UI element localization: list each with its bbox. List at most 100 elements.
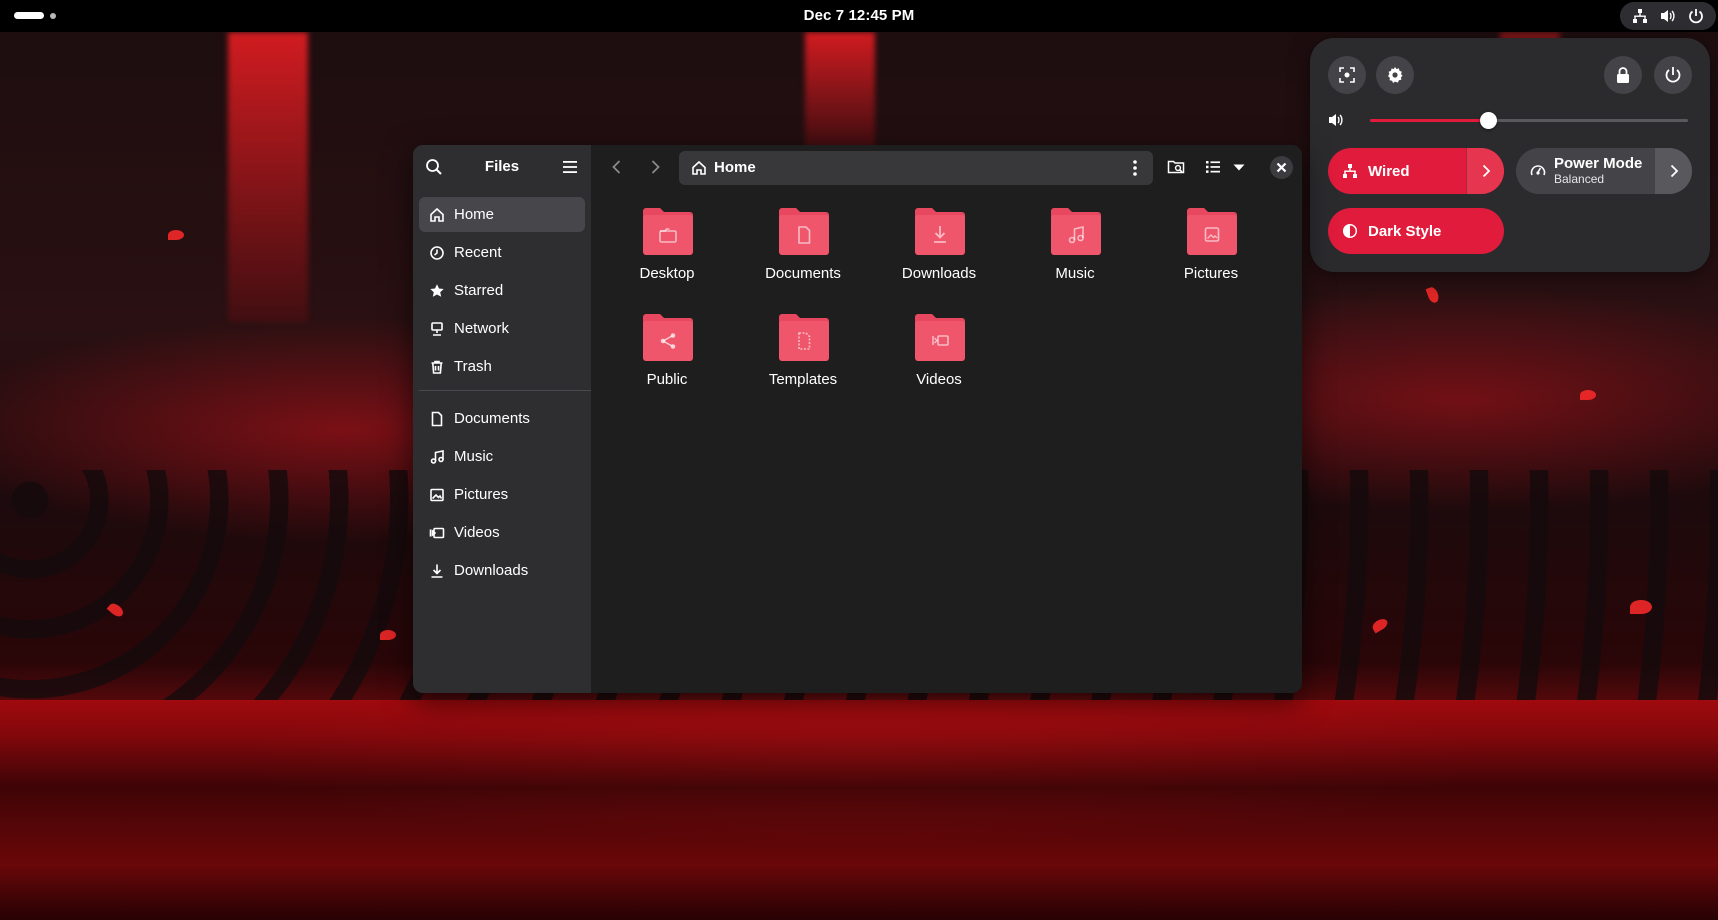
wired-toggle[interactable]: Wired (1328, 148, 1504, 194)
sidebar-item-music[interactable]: Music (419, 439, 585, 474)
folder-label: Public (646, 371, 688, 388)
power-mode-toggle-main[interactable]: Power Mode Balanced (1516, 148, 1654, 194)
power-mode-toggle[interactable]: Power Mode Balanced (1516, 148, 1692, 194)
folder-pictures[interactable]: Pictures (1151, 205, 1271, 301)
sidebar-item-label: Network (454, 320, 510, 337)
sidebar-item-pictures[interactable]: Pictures (419, 477, 585, 512)
wired-toggle-label: Wired (1368, 162, 1410, 180)
system-menu-button[interactable] (1620, 2, 1716, 30)
sidebar-item-home[interactable]: Home (419, 197, 585, 232)
dark-style-toggle[interactable]: Dark Style (1328, 208, 1504, 254)
hamburger-menu-icon[interactable] (561, 158, 579, 176)
volume-icon[interactable] (1328, 112, 1344, 128)
view-options-button[interactable] (1227, 155, 1251, 179)
volume-slider-handle[interactable] (1479, 112, 1497, 129)
home-icon (430, 207, 444, 222)
clock-icon (430, 245, 444, 260)
folder-music-icon (1051, 208, 1101, 255)
sidebar-item-label: Recent (454, 244, 502, 261)
top-bar: Dec 7 12:45 PM (0, 0, 1718, 32)
folder-public[interactable]: Public (607, 311, 727, 407)
forward-button[interactable] (645, 157, 665, 177)
search-folder-button[interactable] (1164, 155, 1188, 179)
power-mode-menu-arrow[interactable] (1654, 148, 1692, 194)
sidebar-item-label: Documents (454, 410, 530, 427)
workspace-active-indicator (14, 12, 44, 19)
activities-button[interactable] (14, 12, 56, 19)
sidebar-item-recent[interactable]: Recent (419, 235, 585, 270)
settings-button[interactable] (1376, 56, 1414, 94)
wallpaper-petal (1425, 285, 1441, 305)
files-content: Home Desktop Documents Downloads Music P… (591, 145, 1302, 693)
sidebar-item-label: Home (454, 206, 495, 223)
close-icon (1276, 162, 1287, 173)
power-icon (1689, 9, 1703, 24)
trash-icon (431, 360, 443, 374)
screenshot-button[interactable] (1328, 56, 1366, 94)
volume-slider-fill (1370, 119, 1488, 122)
document-icon (431, 411, 443, 426)
chevron-right-icon (1482, 164, 1490, 178)
sidebar-item-label: Videos (454, 524, 500, 541)
folder-music[interactable]: Music (1015, 205, 1135, 301)
lock-icon (1617, 67, 1629, 83)
clock: Dec 7 12:45 PM (0, 7, 1718, 24)
lock-button[interactable] (1604, 56, 1642, 94)
close-window-button[interactable] (1270, 156, 1293, 179)
folder-desktop-icon (643, 208, 693, 255)
files-sidebar: Files Home Recent Starred Network Trash … (413, 145, 591, 693)
power-off-button[interactable] (1654, 56, 1692, 94)
sidebar-item-label: Music (454, 448, 494, 465)
sidebar-item-network[interactable]: Network (419, 311, 585, 346)
volume-slider[interactable] (1370, 112, 1688, 129)
folder-label: Pictures (1183, 265, 1239, 282)
folder-templates-icon (779, 314, 829, 361)
sidebar-item-label: Downloads (454, 562, 529, 579)
list-view-icon (1206, 161, 1220, 173)
chevron-right-icon (651, 160, 660, 174)
video-icon (429, 527, 445, 538)
wired-menu-arrow[interactable] (1466, 148, 1504, 194)
folder-desktop[interactable]: Desktop (607, 205, 727, 301)
volume-row (1328, 110, 1700, 130)
folder-templates[interactable]: Templates (743, 311, 863, 407)
folder-documents-icon (779, 208, 829, 255)
dark-style-label: Dark Style (1368, 222, 1442, 240)
sidebar-item-videos[interactable]: Videos (419, 515, 585, 550)
folder-downloads-icon (915, 208, 965, 255)
back-button[interactable] (607, 157, 627, 177)
files-header-bar: Home (591, 145, 1302, 189)
folder-public-icon (643, 314, 693, 361)
folder-videos[interactable]: Videos (879, 311, 999, 407)
sidebar-item-documents[interactable]: Documents (419, 401, 585, 436)
path-bar[interactable]: Home (679, 151, 1153, 185)
list-view-button[interactable] (1201, 155, 1225, 179)
caret-down-icon (1233, 164, 1245, 171)
wallpaper-light-beam (228, 32, 308, 322)
wallpaper-petal (380, 630, 396, 640)
chevron-right-icon (1670, 164, 1678, 178)
kebab-menu-icon[interactable] (1125, 158, 1145, 178)
search-icon[interactable] (425, 158, 443, 176)
network-wired-icon (1343, 164, 1357, 178)
power-mode-icon (1530, 165, 1546, 176)
path-crumb-home[interactable]: Home (714, 159, 756, 176)
files-window: Files Home Recent Starred Network Trash … (413, 145, 1302, 693)
network-wired-icon (1633, 9, 1647, 23)
download-icon (431, 564, 443, 578)
wallpaper-petal (1630, 600, 1652, 614)
sidebar-item-starred[interactable]: Starred (419, 273, 585, 308)
dark-style-toggle-main[interactable]: Dark Style (1328, 208, 1504, 254)
wallpaper-light-beam (805, 32, 875, 152)
sidebar-item-trash[interactable]: Trash (419, 349, 585, 384)
sidebar-places: Home Recent Starred Network Trash Docume… (419, 197, 591, 591)
folder-search-icon (1167, 160, 1185, 174)
folder-label: Videos (916, 371, 962, 388)
sidebar-separator (419, 390, 591, 391)
wired-toggle-main[interactable]: Wired (1328, 148, 1466, 194)
folder-downloads[interactable]: Downloads (879, 205, 999, 301)
clock-button[interactable]: Dec 7 12:45 PM (804, 7, 915, 24)
folder-documents[interactable]: Documents (743, 205, 863, 301)
quick-settings-panel: Wired Power Mode Balanced Dark Style (1310, 38, 1710, 272)
sidebar-item-downloads[interactable]: Downloads (419, 553, 585, 588)
